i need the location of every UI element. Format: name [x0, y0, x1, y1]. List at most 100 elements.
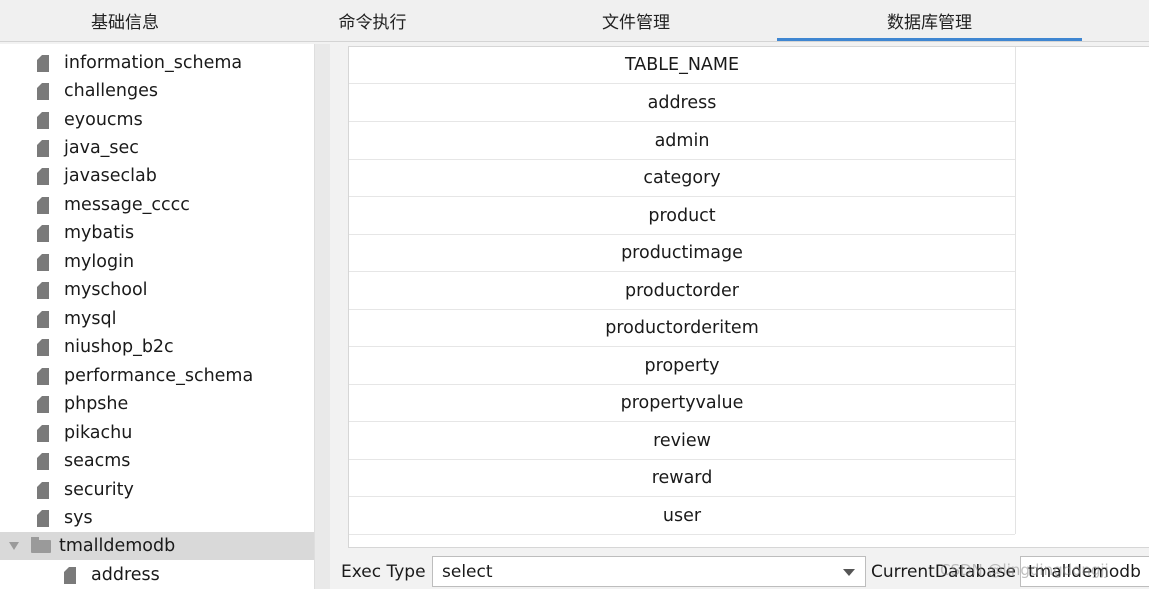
table-cell: admin — [654, 130, 710, 151]
tree-item-database[interactable]: message_cccc — [0, 191, 314, 219]
tree-item-label: java_sec — [64, 138, 139, 158]
database-icon — [37, 224, 49, 242]
database-icon — [37, 253, 49, 271]
table-row[interactable]: reward — [349, 459, 1015, 497]
tree-item-label: myschool — [64, 280, 148, 300]
tree-item-database[interactable]: challenges — [0, 77, 314, 105]
table-cell: productorder — [625, 280, 739, 301]
table-cell: productorderitem — [605, 317, 759, 338]
table-row[interactable]: category — [349, 159, 1015, 197]
table-row[interactable]: admin — [349, 122, 1015, 160]
table-row[interactable]: propertyvalue — [349, 384, 1015, 422]
tree-item-database[interactable]: mylogin — [0, 248, 314, 276]
tree-item-database[interactable]: pikachu — [0, 419, 314, 447]
database-icon — [37, 367, 49, 385]
database-icon — [37, 509, 49, 527]
tree-item-label: pikachu — [64, 423, 133, 443]
database-icon — [37, 452, 49, 470]
tree-item-database[interactable]: myschool — [0, 276, 314, 304]
tree-item-database[interactable]: information_schema — [0, 49, 314, 77]
database-icon — [37, 111, 49, 129]
column-header-label: TABLE_NAME — [624, 55, 740, 75]
sidebar-scrollbar[interactable] — [314, 44, 330, 589]
tab-bar: 基础信息 命令执行 文件管理 数据库管理 — [0, 0, 1149, 42]
tab-database-manager[interactable]: 数据库管理 — [777, 0, 1082, 41]
table-cell: property — [644, 355, 720, 376]
column-header-table-name[interactable]: TABLE_NAME — [349, 47, 1015, 84]
tree-item-label: niushop_b2c — [64, 337, 174, 357]
expand-arrow-icon[interactable] — [9, 542, 19, 550]
tree-item-database[interactable]: eyoucms — [0, 106, 314, 134]
table-row[interactable]: property — [349, 347, 1015, 385]
tree-item-label: mysql — [64, 309, 117, 329]
tree-item-label: eyoucms — [64, 110, 143, 130]
column-divider[interactable] — [1015, 47, 1016, 534]
tree-item-database[interactable]: mysql — [0, 305, 314, 333]
tree-item-database[interactable]: mybatis — [0, 219, 314, 247]
table-row[interactable]: product — [349, 197, 1015, 235]
database-icon — [37, 481, 49, 499]
table-row[interactable]: productorderitem — [349, 309, 1015, 347]
table-cell: user — [662, 505, 702, 526]
tab-basic-info[interactable]: 基础信息 — [0, 0, 250, 41]
table-cell: category — [643, 167, 721, 188]
tree-item-database[interactable]: security — [0, 476, 314, 504]
exec-type-select[interactable]: select — [432, 556, 866, 587]
table-row[interactable]: user — [349, 497, 1015, 535]
tree-item-label: security — [64, 480, 134, 500]
tree-item-label: information_schema — [64, 53, 243, 73]
tree-item-database[interactable]: phpshe — [0, 390, 314, 418]
table-row[interactable]: review — [349, 422, 1015, 460]
table-row[interactable]: address — [349, 84, 1015, 122]
database-icon — [37, 281, 49, 299]
table-cell: product — [648, 205, 716, 226]
table-cell: review — [653, 430, 711, 451]
tab-label: 命令执行 — [338, 13, 407, 33]
tree-item-label: address — [91, 565, 160, 585]
tree-item-label: sys — [64, 508, 93, 528]
tree-item-table[interactable]: address — [0, 561, 314, 589]
tab-command-exec[interactable]: 命令执行 — [250, 0, 495, 41]
tab-label: 文件管理 — [602, 13, 670, 33]
tab-label: 数据库管理 — [887, 13, 972, 33]
database-icon — [37, 424, 49, 442]
tree-item-database[interactable]: niushop_b2c — [0, 333, 314, 361]
tab-file-manager[interactable]: 文件管理 — [495, 0, 777, 41]
tree-item-label: mylogin — [64, 252, 135, 272]
tree-item-database[interactable]: seacms — [0, 447, 314, 475]
table-row[interactable]: productorder — [349, 272, 1015, 310]
table-cell: propertyvalue — [620, 392, 744, 413]
chevron-down-icon[interactable] — [843, 569, 855, 576]
tree-item-database-expanded[interactable]: tmalldemodb — [0, 532, 314, 560]
tree-item-database[interactable]: performance_schema — [0, 362, 314, 390]
table-cell: productimage — [621, 242, 743, 263]
table-cell: address — [647, 92, 717, 113]
database-tree: information_schema challenges eyoucms ja… — [0, 44, 330, 589]
tree-item-label: tmalldemodb — [59, 536, 176, 556]
watermark: CSDN @lingdingdongjj — [940, 561, 1109, 579]
tree-item-database[interactable]: sys — [0, 504, 314, 532]
folder-open-icon — [31, 536, 51, 553]
database-icon — [37, 167, 49, 185]
tab-label: 基础信息 — [91, 13, 159, 33]
database-icon — [37, 338, 49, 356]
database-icon — [37, 82, 49, 100]
tree-item-label: message_cccc — [64, 195, 190, 215]
result-table: TABLE_NAME address admin category produc… — [348, 46, 1149, 548]
tree-item-label: challenges — [64, 81, 159, 101]
database-icon — [37, 139, 49, 157]
table-cell: reward — [651, 467, 713, 488]
database-icon — [37, 310, 49, 328]
tree-item-label: javaseclab — [64, 166, 157, 186]
database-icon — [37, 54, 49, 72]
exec-type-label: Exec Type — [341, 562, 426, 582]
table-row[interactable]: productimage — [349, 234, 1015, 272]
table-icon — [64, 566, 76, 584]
tree-item-database[interactable]: javaseclab — [0, 162, 314, 190]
database-icon — [37, 395, 49, 413]
tree-item-label: mybatis — [64, 223, 135, 243]
tree-item-label: seacms — [64, 451, 131, 471]
exec-type-value: select — [442, 561, 493, 582]
database-icon — [37, 196, 49, 214]
tree-item-database[interactable]: java_sec — [0, 134, 314, 162]
